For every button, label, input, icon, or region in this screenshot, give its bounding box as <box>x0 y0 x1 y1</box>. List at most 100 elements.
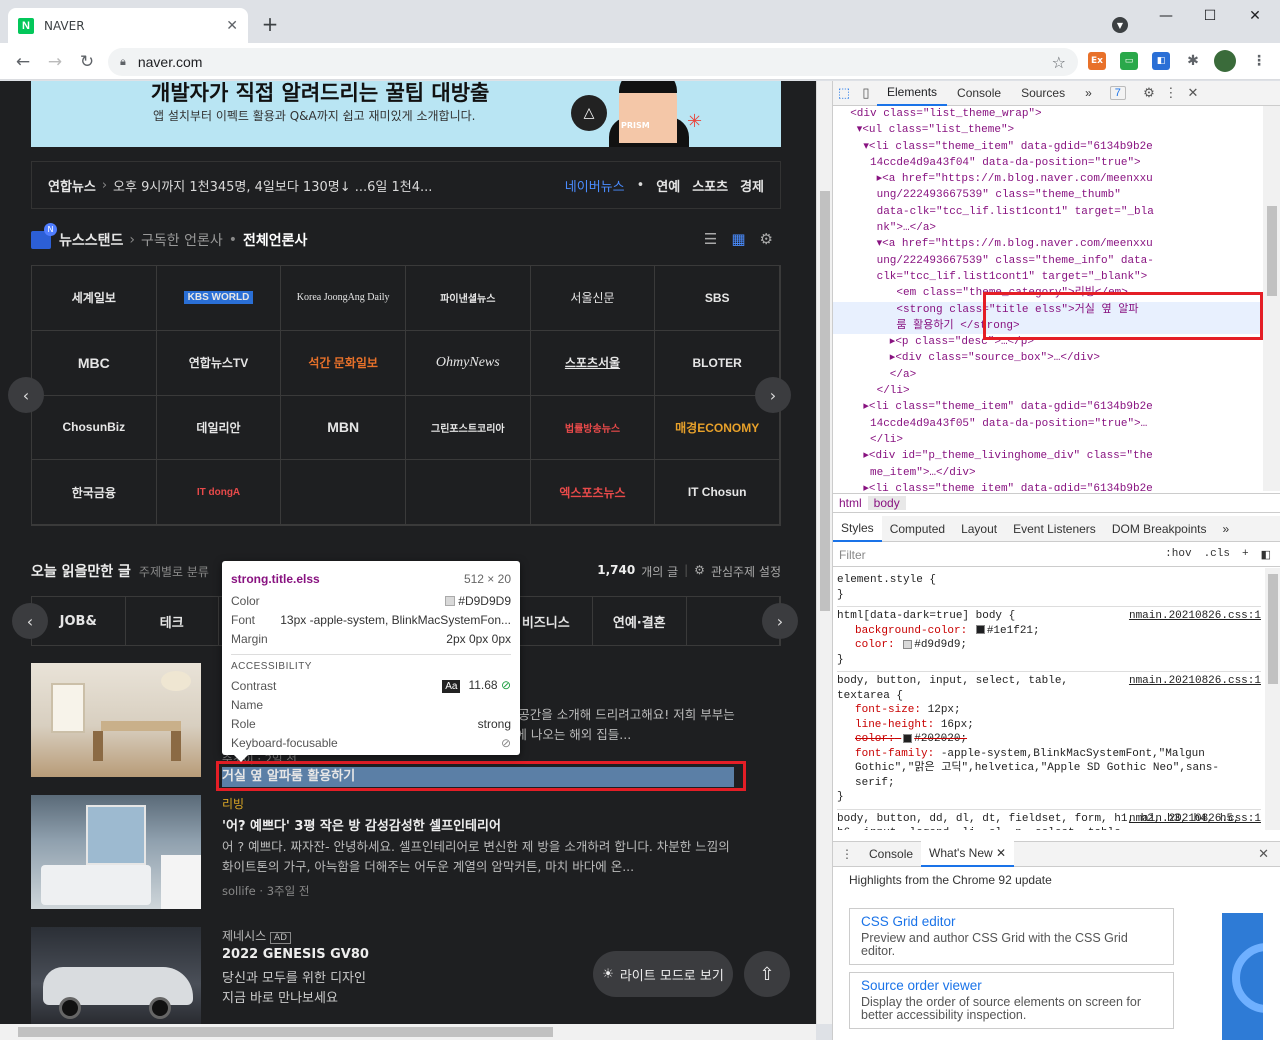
address-bar[interactable]: 🔒︎ naver.com ☆ <box>108 48 1078 76</box>
maximize-icon[interactable]: ☐ <box>1196 6 1224 26</box>
ticker-source[interactable]: 연합뉴스 <box>48 176 96 195</box>
extension-3-icon[interactable]: ◧ <box>1152 52 1170 70</box>
tab-layout[interactable]: Layout <box>953 516 1005 542</box>
browser-tab[interactable]: N NAVER ✕ <box>8 8 248 43</box>
press-logo[interactable]: OhmyNews <box>405 330 531 396</box>
close-devtools-icon[interactable]: ✕ <box>1182 85 1204 101</box>
press-logo[interactable]: 한국금융 <box>32 460 157 525</box>
settings-gear-icon[interactable]: ⚙ <box>1138 85 1160 101</box>
kebab-menu-icon[interactable]: ⋮ <box>1160 85 1182 101</box>
close-drawer-icon[interactable]: ✕ <box>1258 846 1269 862</box>
add-rule-icon[interactable]: + <box>1242 548 1249 562</box>
drawer-tab-whats-new[interactable]: What's New ✕ <box>921 841 1015 867</box>
back-icon[interactable]: ← <box>12 51 34 73</box>
css-source-link[interactable]: nmain.20210826.css:1 <box>1129 609 1261 624</box>
naver-news-link[interactable]: 네이버뉴스 <box>565 176 625 195</box>
press-logo[interactable]: IT Chosun <box>655 460 780 525</box>
dom-line[interactable]: </li> <box>833 383 1263 399</box>
tab-sources[interactable]: Sources <box>1011 81 1075 106</box>
bookmark-star-icon[interactable]: ☆ <box>1052 53 1066 72</box>
dom-line[interactable]: 14ccde4d9a43f05" data-da-position="true"… <box>833 416 1263 432</box>
dom-line[interactable]: clk="tcc_lif.list1cont1" target="_blank"… <box>833 269 1263 285</box>
topic-prev-button[interactable]: ‹ <box>12 603 48 639</box>
tab-elements[interactable]: Elements <box>877 81 948 106</box>
ad-thumbnail[interactable] <box>31 927 201 1024</box>
list-view-icon[interactable]: ☰ <box>704 230 717 248</box>
cls-toggle[interactable]: .cls <box>1204 548 1230 562</box>
color-swatch[interactable] <box>975 625 985 635</box>
new-tab-button[interactable]: + <box>258 12 282 36</box>
tab-computed[interactable]: Computed <box>882 516 953 542</box>
issues-badge[interactable]: 7 <box>1109 86 1126 100</box>
dom-line[interactable]: ▾<a href="https://m.blog.naver.com/meenx… <box>833 236 1263 252</box>
menu-kebab-icon[interactable]: ⋮ <box>1250 52 1268 70</box>
whats-new-card[interactable]: CSS Grid editor Preview and author CSS G… <box>849 908 1174 965</box>
topic-next-button[interactable]: › <box>762 603 798 639</box>
extension-2-icon[interactable]: ▭ <box>1120 52 1138 70</box>
tab-console[interactable]: Console <box>947 81 1011 106</box>
color-swatch[interactable] <box>903 639 913 649</box>
press-logo[interactable]: KBS WORLD <box>156 266 282 331</box>
crumb-html[interactable]: html <box>833 496 868 510</box>
press-logo[interactable]: 석간 문화일보 <box>281 330 406 396</box>
article-desc[interactable]: 어 ? 예쁘다. 짜자잔- 안녕하세요. 셀프인테리어로 변신한 제 방을 소개… <box>222 837 742 877</box>
ticker-headline[interactable]: 오후 9시까지 1천345명, 4일보다 130명↓ ...6일 1천4... <box>113 176 565 195</box>
dom-scrollbar[interactable] <box>1263 106 1280 491</box>
press-logo[interactable]: 데일리안 <box>156 395 282 461</box>
hov-toggle[interactable]: :hov <box>1165 548 1191 562</box>
dom-line[interactable]: ung/222493667539" class="theme_info" dat… <box>833 253 1263 269</box>
press-next-button[interactable]: › <box>755 377 791 413</box>
all-press-tab[interactable]: 전체언론사 <box>243 230 307 250</box>
press-logo[interactable]: 세계일보 <box>32 266 157 331</box>
topic-tab[interactable]: 연예·결혼 <box>593 597 687 645</box>
press-logo[interactable]: Korea JoongAng Daily <box>281 266 406 331</box>
dom-line[interactable]: ▸<div id="p_theme_livinghome_div" class=… <box>833 448 1263 464</box>
dom-line[interactable]: ung/222493667539" class="theme_thumb" <box>833 187 1263 203</box>
dom-line[interactable]: ▾<ul class="list_theme"> <box>833 122 1263 138</box>
color-swatch[interactable] <box>903 733 913 743</box>
tab-styles[interactable]: Styles <box>833 515 882 542</box>
more-tabs-icon[interactable]: » <box>1215 516 1238 542</box>
page-h-scrollbar[interactable] <box>0 1024 816 1040</box>
close-tab-icon[interactable]: ✕ <box>996 846 1006 860</box>
press-logo[interactable]: 서울신문 <box>530 266 656 331</box>
whats-new-card[interactable]: Source order viewer Display the order of… <box>849 972 1174 1029</box>
promo-banner[interactable]: 개발자가 직접 알려드리는 꿀팁 대방출 앱 설치부터 이펙트 활용과 Q&A까… <box>31 81 781 147</box>
forward-icon[interactable]: → <box>44 51 66 73</box>
press-logo[interactable]: ChosunBiz <box>32 395 157 461</box>
page-scrollbar[interactable] <box>816 81 832 1024</box>
more-tabs-icon[interactable]: » <box>1075 81 1102 106</box>
press-logo[interactable]: 법률방송뉴스 <box>530 395 656 461</box>
tab-event-listeners[interactable]: Event Listeners <box>1005 516 1104 542</box>
close-tab-icon[interactable]: ✕ <box>226 18 238 34</box>
dom-line[interactable]: me_item">…</div> <box>833 465 1263 481</box>
sidebar-toggle-icon[interactable]: ◧ <box>1261 548 1271 562</box>
subscribed-press-tab[interactable]: 구독한 언론사 <box>141 230 223 250</box>
dom-line[interactable]: data-clk="tcc_lif.list1cont1" target="_b… <box>833 204 1263 220</box>
topic-tab[interactable]: 테크 <box>126 597 219 645</box>
press-logo[interactable]: 엑스포츠뉴스 <box>530 460 656 525</box>
dom-line[interactable]: ▾<li class="theme_item" data-gdid="6134b… <box>833 139 1263 155</box>
styles-scrollbar[interactable] <box>1265 568 1280 830</box>
device-toolbar-icon[interactable]: ▯ <box>855 85 877 101</box>
press-prev-button[interactable]: ‹ <box>8 377 44 413</box>
press-logo[interactable]: SBS <box>655 266 780 331</box>
styles-filter[interactable]: Filter :hov .cls + ◧ <box>833 543 1280 567</box>
press-logo[interactable] <box>405 460 531 525</box>
reload-icon[interactable]: ↻ <box>76 51 98 73</box>
news-link-entertainment[interactable]: 연예 <box>656 176 680 195</box>
dom-line[interactable]: ▸<li class="theme_item" data-gdid="6134b… <box>833 481 1263 491</box>
news-link-sports[interactable]: 스포츠 <box>692 176 728 195</box>
tab-search-icon[interactable]: ▼ <box>1112 17 1128 33</box>
article-thumbnail[interactable] <box>31 795 201 909</box>
press-logo[interactable] <box>281 460 406 525</box>
dom-line[interactable]: ▸<div class="source_box">…</div> <box>833 350 1263 366</box>
light-mode-button[interactable]: ☀ 라이트 모드로 보기 <box>593 951 733 997</box>
profile-avatar[interactable] <box>1214 50 1236 72</box>
press-logo[interactable]: 연합뉴스TV <box>156 330 282 396</box>
grid-view-icon[interactable]: ▦ <box>731 230 745 248</box>
dom-line[interactable]: </li> <box>833 432 1263 448</box>
card-title[interactable]: CSS Grid editor <box>861 914 1162 929</box>
inspect-element-icon[interactable]: ⬚ <box>833 85 855 101</box>
dom-line[interactable]: ▸<li class="theme_item" data-gdid="6134b… <box>833 399 1263 415</box>
